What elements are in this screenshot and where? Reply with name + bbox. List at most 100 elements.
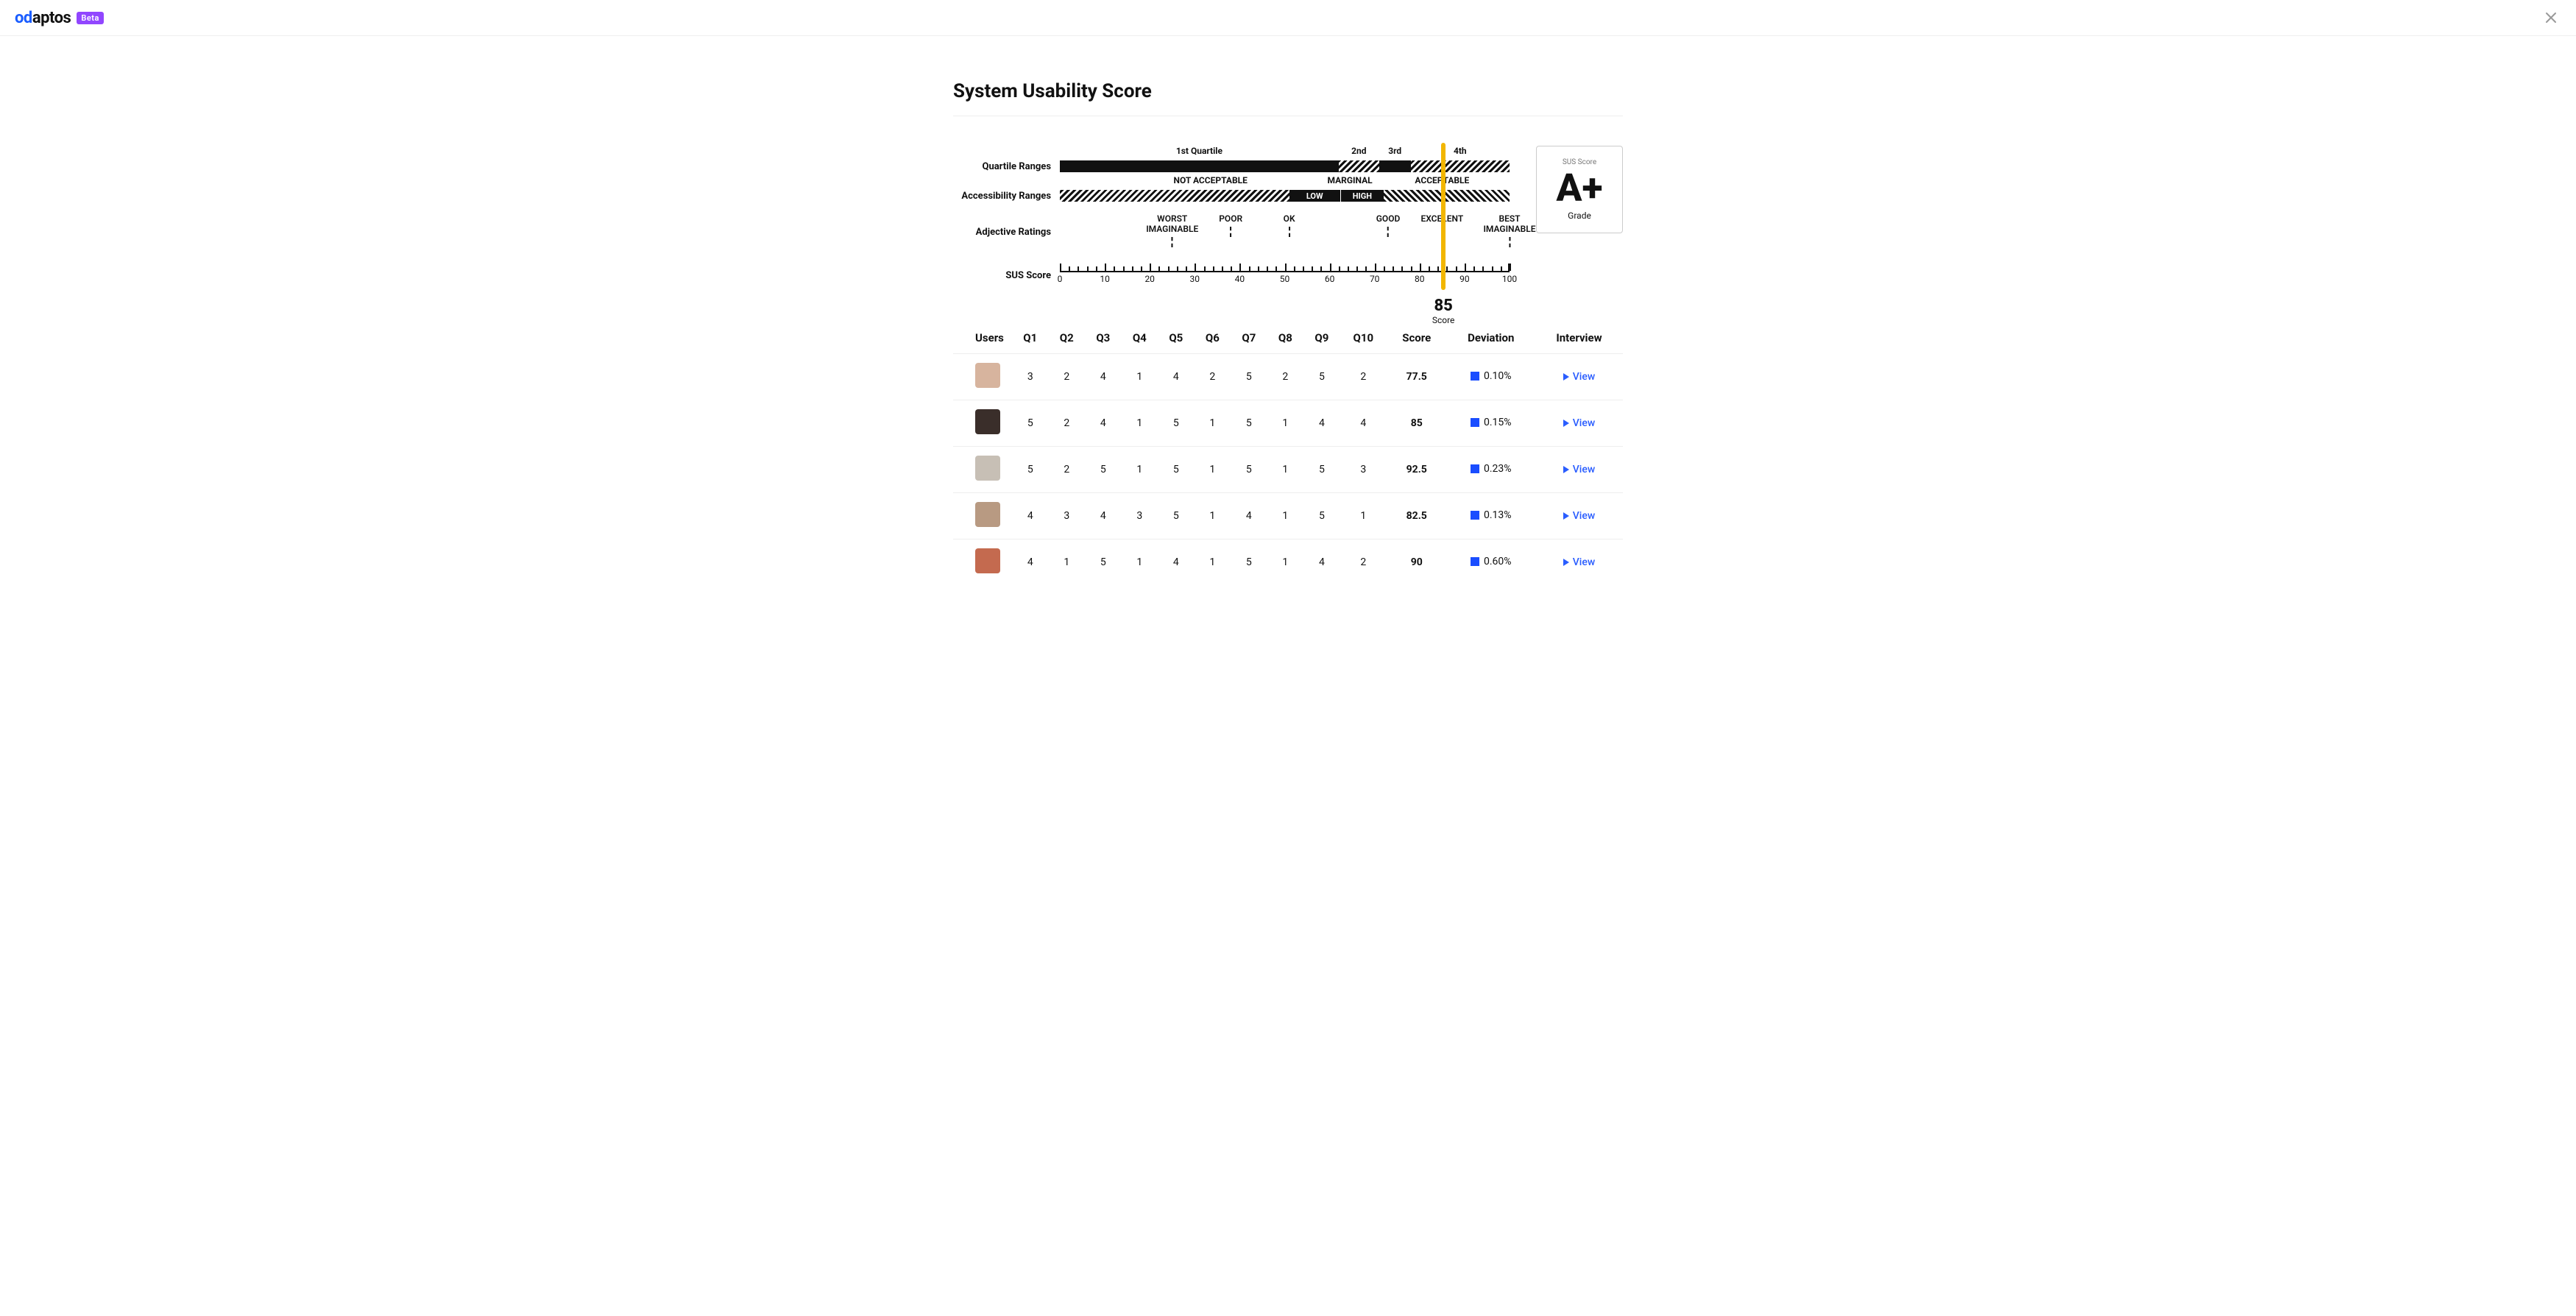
q-cell: 5 [1158, 493, 1195, 540]
axis-tick-label: 30 [1190, 274, 1200, 284]
acc-marginal-high: HIGH [1341, 190, 1384, 202]
q-cell: 1 [1267, 493, 1304, 540]
deviation-value: 0.10% [1484, 370, 1512, 382]
accessibility-ranges-label: Accessibility Ranges [953, 191, 1060, 202]
q-cell: 4 [1085, 400, 1122, 447]
deviation-value: 0.13% [1484, 509, 1512, 521]
deviation-cell: 0.10% [1447, 354, 1535, 400]
view-interview-link[interactable]: View [1563, 510, 1596, 522]
score-cell: 82.5 [1387, 493, 1447, 540]
sus-chart: Quartile Ranges 1st Quartile2nd3rd4th Ac… [953, 146, 1510, 300]
axis-tick-label: 0 [1058, 274, 1063, 284]
q-cell: 1 [1267, 400, 1304, 447]
q-cell: 1 [1267, 447, 1304, 493]
logo: odaptos [15, 9, 71, 27]
q-cell: 4 [1231, 493, 1267, 540]
deviation-cell: 0.60% [1447, 540, 1535, 586]
axis-tick-label: 20 [1144, 274, 1155, 284]
acc-marginal-low: LOW [1289, 190, 1341, 202]
acc-label: MARGINAL [1328, 175, 1373, 185]
q-cell: 1 [1122, 400, 1158, 447]
grade-caption: Grade [1544, 211, 1615, 221]
q-cell: 3 [1012, 354, 1049, 400]
q-cell: 1 [1340, 493, 1387, 540]
q-cell: 2 [1195, 354, 1231, 400]
axis-tick-label: 90 [1459, 274, 1470, 284]
sus-score-label: SUS Score [953, 270, 1060, 281]
q-cell: 4 [1303, 400, 1340, 447]
adjective-rating: WORSTIMAGINABLE [1146, 213, 1198, 247]
q-cell: 4 [1340, 400, 1387, 447]
q-cell: 2 [1049, 447, 1086, 493]
axis-tick-label: 40 [1235, 274, 1245, 284]
page-title: System Usability Score [953, 80, 1623, 116]
table-row: 434351415182.50.13%View [953, 493, 1623, 540]
q-cell: 1 [1122, 540, 1158, 586]
q-cell: 4 [1085, 493, 1122, 540]
score-cell: 77.5 [1387, 354, 1447, 400]
column-header: Q8 [1267, 322, 1304, 354]
avatar [975, 409, 1000, 434]
avatar [975, 548, 1000, 573]
beta-badge: Beta [77, 12, 104, 24]
quartile-label: 2nd [1351, 146, 1366, 156]
q-cell: 5 [1303, 493, 1340, 540]
q-cell: 3 [1122, 493, 1158, 540]
users-table: UsersQ1Q2Q3Q4Q5Q6Q7Q8Q9Q10ScoreDeviation… [953, 322, 1623, 585]
q-cell: 2 [1049, 400, 1086, 447]
deviation-value: 0.23% [1484, 463, 1512, 475]
deviation-color-icon [1471, 511, 1479, 520]
view-interview-link[interactable]: View [1563, 556, 1596, 568]
q-cell: 5 [1303, 447, 1340, 493]
q-cell: 4 [1158, 540, 1195, 586]
deviation-color-icon [1471, 418, 1479, 427]
deviation-color-icon [1471, 372, 1479, 381]
q-cell: 5 [1012, 400, 1049, 447]
close-icon[interactable] [2541, 7, 2561, 28]
table-row: 525151515392.50.23%View [953, 447, 1623, 493]
column-header: Score [1387, 322, 1447, 354]
deviation-color-icon [1471, 557, 1479, 566]
view-interview-link[interactable]: View [1563, 464, 1596, 475]
score-cell: 90 [1387, 540, 1447, 586]
deviation-value: 0.15% [1484, 417, 1512, 428]
acc-not-acceptable [1060, 190, 1289, 202]
table-row: 4151415142900.60%View [953, 540, 1623, 586]
q-cell: 5 [1158, 447, 1195, 493]
q-cell: 5 [1231, 354, 1267, 400]
q-cell: 3 [1340, 447, 1387, 493]
quartile-segment [1060, 160, 1339, 172]
q-cell: 5 [1085, 540, 1122, 586]
deviation-cell: 0.13% [1447, 493, 1535, 540]
q-cell: 5 [1303, 354, 1340, 400]
axis-tick-label: 100 [1502, 274, 1517, 284]
q-cell: 1 [1195, 540, 1231, 586]
grade-card: SUS Score A+ Grade [1536, 146, 1623, 233]
axis-tick-label: 60 [1325, 274, 1335, 284]
q-cell: 2 [1267, 354, 1304, 400]
column-header: Q1 [1012, 322, 1049, 354]
score-cell: 92.5 [1387, 447, 1447, 493]
column-header: Q7 [1231, 322, 1267, 354]
acc-label: ACCEPTABLE [1415, 175, 1469, 185]
quartile-segment [1411, 160, 1510, 172]
play-icon [1563, 466, 1569, 473]
play-icon [1563, 512, 1569, 520]
acc-label: NOT ACCEPTABLE [1173, 175, 1247, 185]
q-cell: 1 [1122, 447, 1158, 493]
adjective-rating: GOOD [1376, 213, 1401, 237]
q-cell: 4 [1303, 540, 1340, 586]
column-header: Q10 [1340, 322, 1387, 354]
adjective-rating: POOR [1219, 213, 1242, 237]
quartile-ranges-label: Quartile Ranges [953, 161, 1060, 172]
avatar [975, 456, 1000, 481]
view-interview-link[interactable]: View [1563, 417, 1596, 429]
q-cell: 5 [1085, 447, 1122, 493]
view-interview-link[interactable]: View [1563, 371, 1596, 383]
axis-tick-label: 10 [1100, 274, 1110, 284]
q-cell: 1 [1195, 447, 1231, 493]
play-icon [1563, 373, 1569, 381]
score-value: 85 Score [1432, 297, 1455, 325]
quartile-label: 4th [1454, 146, 1467, 156]
q-cell: 5 [1158, 400, 1195, 447]
